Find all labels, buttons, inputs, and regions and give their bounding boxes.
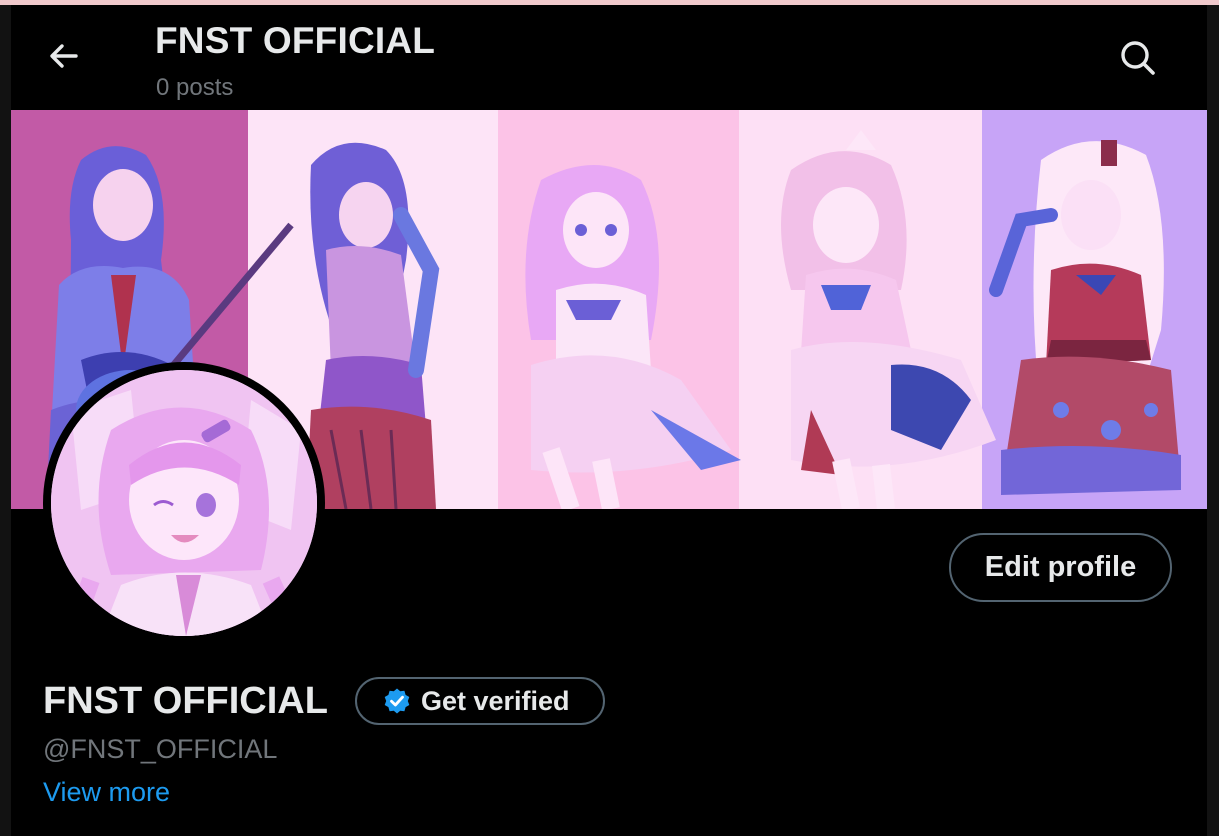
right-gutter [1207, 5, 1219, 836]
header-title: FNST OFFICIAL [155, 20, 436, 61]
arrow-left-icon [50, 44, 78, 68]
view-more-link[interactable]: View more [43, 777, 170, 808]
edit-profile-button[interactable]: Edit profile [949, 533, 1172, 602]
back-button[interactable] [47, 39, 81, 73]
username-handle: @FNST_OFFICIAL [43, 734, 278, 764]
post-count: 0 posts [156, 74, 234, 101]
profile-column: FNST OFFICIAL 0 posts Edit profile FNST … [11, 5, 1207, 836]
display-name: FNST OFFICIAL [43, 680, 328, 722]
get-verified-label: Get verified [421, 685, 570, 716]
app-window: FNST OFFICIAL 0 posts Edit profile FNST … [0, 0, 1219, 836]
search-icon [1121, 41, 1155, 75]
search-button[interactable] [1118, 38, 1158, 78]
verified-badge-icon [384, 688, 410, 714]
get-verified-button[interactable]: Get verified [355, 677, 605, 725]
profile-avatar[interactable] [43, 362, 325, 644]
avatar-image [51, 370, 317, 636]
left-gutter [0, 5, 11, 836]
